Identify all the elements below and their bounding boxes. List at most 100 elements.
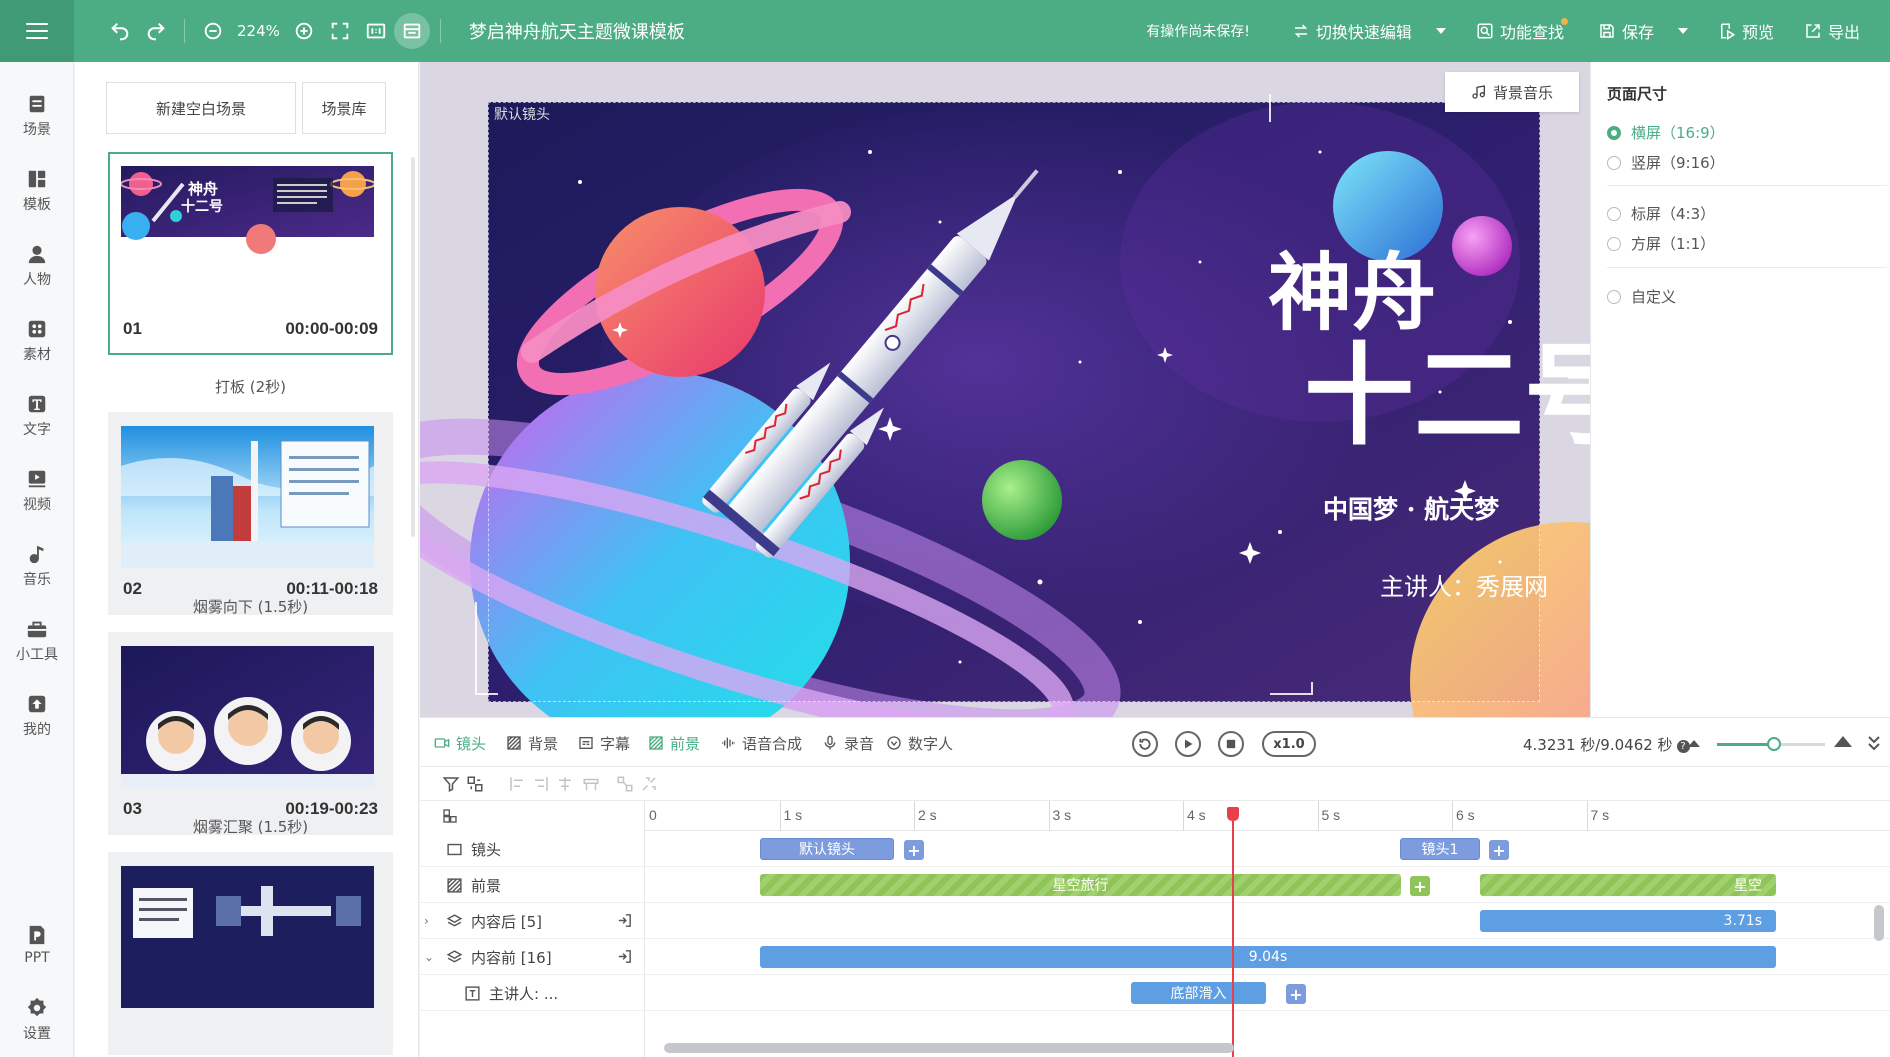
clip-presenter-slide-in[interactable]: 底部滑入 bbox=[1131, 982, 1266, 1004]
sidebar-item-scene[interactable]: 场景 bbox=[0, 78, 74, 153]
scene-library-button[interactable]: 场景库 bbox=[302, 82, 386, 134]
page-size-option-1-1[interactable]: 方屏（1:1） bbox=[1607, 233, 1715, 254]
clip-foreground-starry[interactable]: 星空 bbox=[1480, 874, 1776, 896]
exit-icon[interactable] bbox=[616, 948, 633, 965]
zoom-in-icon[interactable] bbox=[286, 13, 322, 49]
sidebar-item-settings[interactable]: 设置 bbox=[0, 982, 74, 1057]
tab-tts[interactable]: 语音合成 bbox=[720, 718, 802, 768]
tab-recording[interactable]: 录音 bbox=[822, 718, 874, 768]
chevron-right-icon[interactable]: › bbox=[424, 914, 429, 928]
camera-frame[interactable] bbox=[488, 102, 1540, 702]
chevron-down-icon[interactable] bbox=[1677, 28, 1688, 34]
page-size-option-4-3[interactable]: 标屏（4:3） bbox=[1607, 203, 1715, 224]
add-foreground-button[interactable]: + bbox=[1410, 876, 1430, 896]
tab-digital-human[interactable]: 数字人 bbox=[886, 718, 953, 768]
foreground-icon bbox=[649, 736, 663, 750]
add-animation-button[interactable]: + bbox=[1286, 984, 1306, 1004]
new-blank-scene-button[interactable]: 新建空白场景 bbox=[106, 82, 296, 134]
page-size-option-16-9[interactable]: 横屏（16:9） bbox=[1607, 122, 1725, 143]
swap-icon bbox=[1294, 24, 1308, 38]
sidebar-item-person[interactable]: 人物 bbox=[0, 228, 74, 303]
unsaved-notice: 有操作尚未保存! bbox=[1146, 24, 1250, 40]
sidebar-item-ppt[interactable]: PPT bbox=[0, 907, 74, 982]
snap-icon[interactable] bbox=[616, 775, 634, 793]
scene-transition[interactable]: 烟雾向下 (1.5秒) bbox=[108, 596, 393, 617]
svg-text:神舟: 神舟 bbox=[188, 180, 218, 198]
page-size-option-custom[interactable]: 自定义 bbox=[1607, 286, 1676, 307]
undo-icon[interactable] bbox=[102, 13, 138, 49]
radio-button[interactable] bbox=[1607, 125, 1621, 140]
zoom-in-timeline-icon[interactable] bbox=[1834, 736, 1852, 747]
tab-subtitle[interactable]: 字幕 bbox=[578, 718, 630, 768]
clip-foreground-starry-trip[interactable]: 星空旅行 bbox=[760, 874, 1401, 896]
link-icon[interactable] bbox=[640, 775, 658, 793]
stop-button[interactable] bbox=[1218, 731, 1244, 757]
scene-card-04[interactable] bbox=[108, 852, 393, 1055]
exit-icon[interactable] bbox=[616, 912, 633, 929]
sidebar-item-material[interactable]: 素材 bbox=[0, 303, 74, 378]
playhead-handle[interactable] bbox=[1227, 807, 1240, 821]
clip-content-before[interactable]: 9.04s bbox=[760, 946, 1776, 968]
collapse-timeline-icon[interactable] bbox=[1866, 733, 1882, 753]
timeline-zoom-slider[interactable] bbox=[1717, 737, 1825, 751]
scene-card-02[interactable]: 02 00:11-00:18 bbox=[108, 412, 393, 615]
align-center-icon[interactable] bbox=[556, 775, 574, 793]
rewind-button[interactable] bbox=[1132, 731, 1158, 757]
upload-icon bbox=[28, 695, 46, 712]
export-button[interactable]: 导出 bbox=[1804, 19, 1860, 43]
align-left-icon[interactable] bbox=[508, 775, 526, 793]
document-title[interactable]: 梦启神舟航天主题微课模板 bbox=[469, 18, 685, 44]
group-icon[interactable] bbox=[466, 775, 484, 793]
save-button[interactable]: 保存 bbox=[1598, 19, 1688, 43]
menu-button[interactable] bbox=[0, 0, 74, 62]
slider-handle[interactable] bbox=[1767, 737, 1782, 751]
layout-grid-icon[interactable] bbox=[442, 808, 458, 824]
tab-camera[interactable]: 镜头 bbox=[434, 718, 486, 768]
add-camera-button[interactable]: + bbox=[904, 840, 924, 860]
tab-background[interactable]: 背景 bbox=[506, 718, 558, 768]
zoom-out-icon[interactable] bbox=[195, 13, 231, 49]
redo-icon[interactable] bbox=[138, 13, 174, 49]
radio-button[interactable] bbox=[1607, 155, 1621, 170]
background-music-button[interactable]: 背景音乐 bbox=[1445, 72, 1579, 112]
feature-search-button[interactable]: 功能查找 bbox=[1476, 17, 1568, 43]
clip-camera-default[interactable]: 默认镜头 bbox=[760, 838, 894, 860]
clip-camera-1[interactable]: 镜头1 bbox=[1400, 838, 1480, 860]
switch-quick-edit-button[interactable]: 切换快速编辑 bbox=[1292, 19, 1446, 43]
scene-transition[interactable]: 打板 (2秒) bbox=[108, 376, 393, 397]
sidebar-item-toolbox[interactable]: 小工具 bbox=[0, 603, 74, 678]
play-button[interactable] bbox=[1175, 731, 1201, 757]
sidebar-item-music[interactable]: 音乐 bbox=[0, 528, 74, 603]
sidebar-item-mine[interactable]: 我的 bbox=[0, 678, 74, 753]
scene-card-01[interactable]: 神舟 十二号 01 00:00-00:09 bbox=[108, 152, 393, 355]
chevron-down-icon[interactable]: ⌄ bbox=[424, 950, 434, 964]
radio-button[interactable] bbox=[1607, 206, 1621, 221]
timeline-ruler[interactable]: 0 1 s 2 s 3 s 4 s 5 s 6 s 7 s bbox=[645, 801, 1890, 831]
ruler-label: 4 s bbox=[1187, 807, 1206, 823]
playback-speed-button[interactable]: x1.0 bbox=[1262, 731, 1316, 757]
sidebar-item-text[interactable]: 文字 bbox=[0, 378, 74, 453]
scene-transition[interactable]: 烟雾汇聚 (1.5秒) bbox=[108, 816, 393, 837]
tab-foreground[interactable]: 前景 bbox=[648, 718, 700, 768]
radio-button[interactable] bbox=[1607, 236, 1621, 251]
timeline-vertical-scrollbar[interactable] bbox=[1874, 905, 1884, 941]
preview-button[interactable]: 预览 bbox=[1718, 19, 1774, 43]
scene-card-03[interactable]: 03 00:19-00:23 bbox=[108, 632, 393, 835]
sidebar-item-video[interactable]: 视频 bbox=[0, 453, 74, 528]
sidebar-item-template[interactable]: 模板 bbox=[0, 153, 74, 228]
filter-icon[interactable] bbox=[442, 775, 460, 793]
align-right-icon[interactable] bbox=[532, 775, 550, 793]
chevron-down-icon[interactable] bbox=[1435, 28, 1446, 34]
clip-content-after[interactable]: 3.71s bbox=[1480, 910, 1776, 932]
radio-button[interactable] bbox=[1607, 289, 1621, 304]
zoom-out-timeline-icon[interactable] bbox=[1688, 740, 1700, 747]
fit-screen-icon[interactable] bbox=[322, 13, 358, 49]
page-size-option-9-16[interactable]: 竖屏（9:16） bbox=[1607, 152, 1725, 173]
distribute-icon[interactable] bbox=[582, 775, 600, 793]
scene-panel-scrollbar[interactable] bbox=[411, 157, 415, 537]
timeline-horizontal-scrollbar[interactable] bbox=[664, 1043, 1234, 1053]
one-to-one-icon[interactable] bbox=[358, 13, 394, 49]
playhead[interactable] bbox=[1227, 807, 1240, 1057]
ruler-toggle-icon[interactable] bbox=[393, 13, 430, 49]
add-camera-button[interactable]: + bbox=[1489, 840, 1509, 860]
